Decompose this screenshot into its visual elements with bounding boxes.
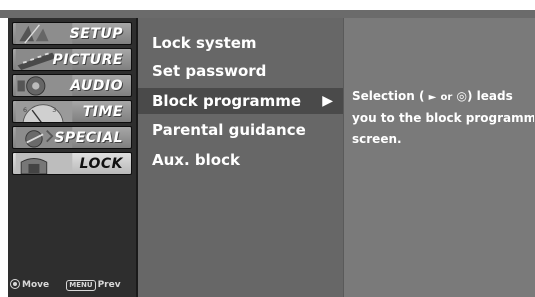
lock-icon: [15, 153, 73, 174]
menu-item-label: Block programme: [152, 92, 302, 110]
time-icon: 6 3: [15, 101, 73, 122]
menu-tile-special[interactable]: SPECIAL: [12, 126, 132, 149]
menu-tile-setup[interactable]: SETUP: [12, 22, 132, 45]
legend-move-label: Move: [22, 280, 50, 290]
menu-tile-picture[interactable]: PICTURE: [12, 48, 132, 71]
menu-tile-label: PICTURE: [52, 52, 123, 68]
right-arrow-icon: ►: [428, 92, 437, 103]
top-bar: [0, 10, 535, 18]
menu-item-block-programme[interactable]: Block programme ▶: [138, 88, 343, 114]
svg-text:6: 6: [23, 106, 27, 114]
menu-item-label: Lock system: [152, 34, 257, 52]
description-prefix: Selection (: [352, 89, 425, 103]
lock-submenu-panel: Lock system Set password Block programme…: [138, 18, 343, 297]
menu-tile-label: SETUP: [69, 26, 123, 42]
menu-tile-label: AUDIO: [70, 78, 123, 94]
description-line-3: screen.: [352, 132, 402, 146]
menu-item-aux-block[interactable]: Aux. block: [138, 147, 343, 173]
tv-osd-screen: SETUP PICTURE AUDIO 6 3 TIME SPECIAL LOC…: [0, 0, 535, 297]
legend-prev-label: Prev: [97, 280, 121, 290]
menu-key-icon: MENU: [66, 280, 96, 291]
setup-icon: [15, 23, 73, 44]
menu-tile-label: TIME: [82, 104, 123, 120]
menu-tile-audio[interactable]: AUDIO: [12, 74, 132, 97]
main-menu-column: SETUP PICTURE AUDIO 6 3 TIME SPECIAL LOC…: [8, 18, 138, 297]
menu-item-lock-system[interactable]: Lock system: [138, 30, 343, 56]
submenu-arrow-icon: ▶: [322, 93, 333, 109]
menu-tile-label: SPECIAL: [54, 130, 123, 146]
menu-item-set-password[interactable]: Set password: [138, 58, 343, 84]
ok-button-icon: ◎: [456, 89, 468, 103]
description-or: or: [440, 92, 453, 103]
description-text: Selection ( ► or ◎) leads you to the blo…: [352, 86, 534, 150]
menu-tile-label: LOCK: [79, 156, 123, 172]
audio-icon: [15, 75, 73, 96]
svg-text:3: 3: [52, 106, 56, 114]
navigation-legend: Move MENU Prev: [10, 279, 121, 291]
menu-item-label: Parental guidance: [152, 121, 306, 139]
description-suffix: ) leads: [467, 89, 513, 103]
menu-tile-lock[interactable]: LOCK: [12, 152, 132, 175]
description-panel: Selection ( ► or ◎) leads you to the blo…: [343, 18, 535, 297]
menu-tile-time[interactable]: 6 3 TIME: [12, 100, 132, 123]
description-line-1: Selection ( ► or ◎) leads: [352, 86, 534, 108]
move-icon: [10, 279, 20, 289]
description-line-2: you to the block programme: [352, 111, 534, 125]
menu-item-parental-guidance[interactable]: Parental guidance: [138, 117, 343, 143]
menu-item-label: Aux. block: [152, 151, 240, 169]
menu-item-label: Set password: [152, 62, 267, 80]
